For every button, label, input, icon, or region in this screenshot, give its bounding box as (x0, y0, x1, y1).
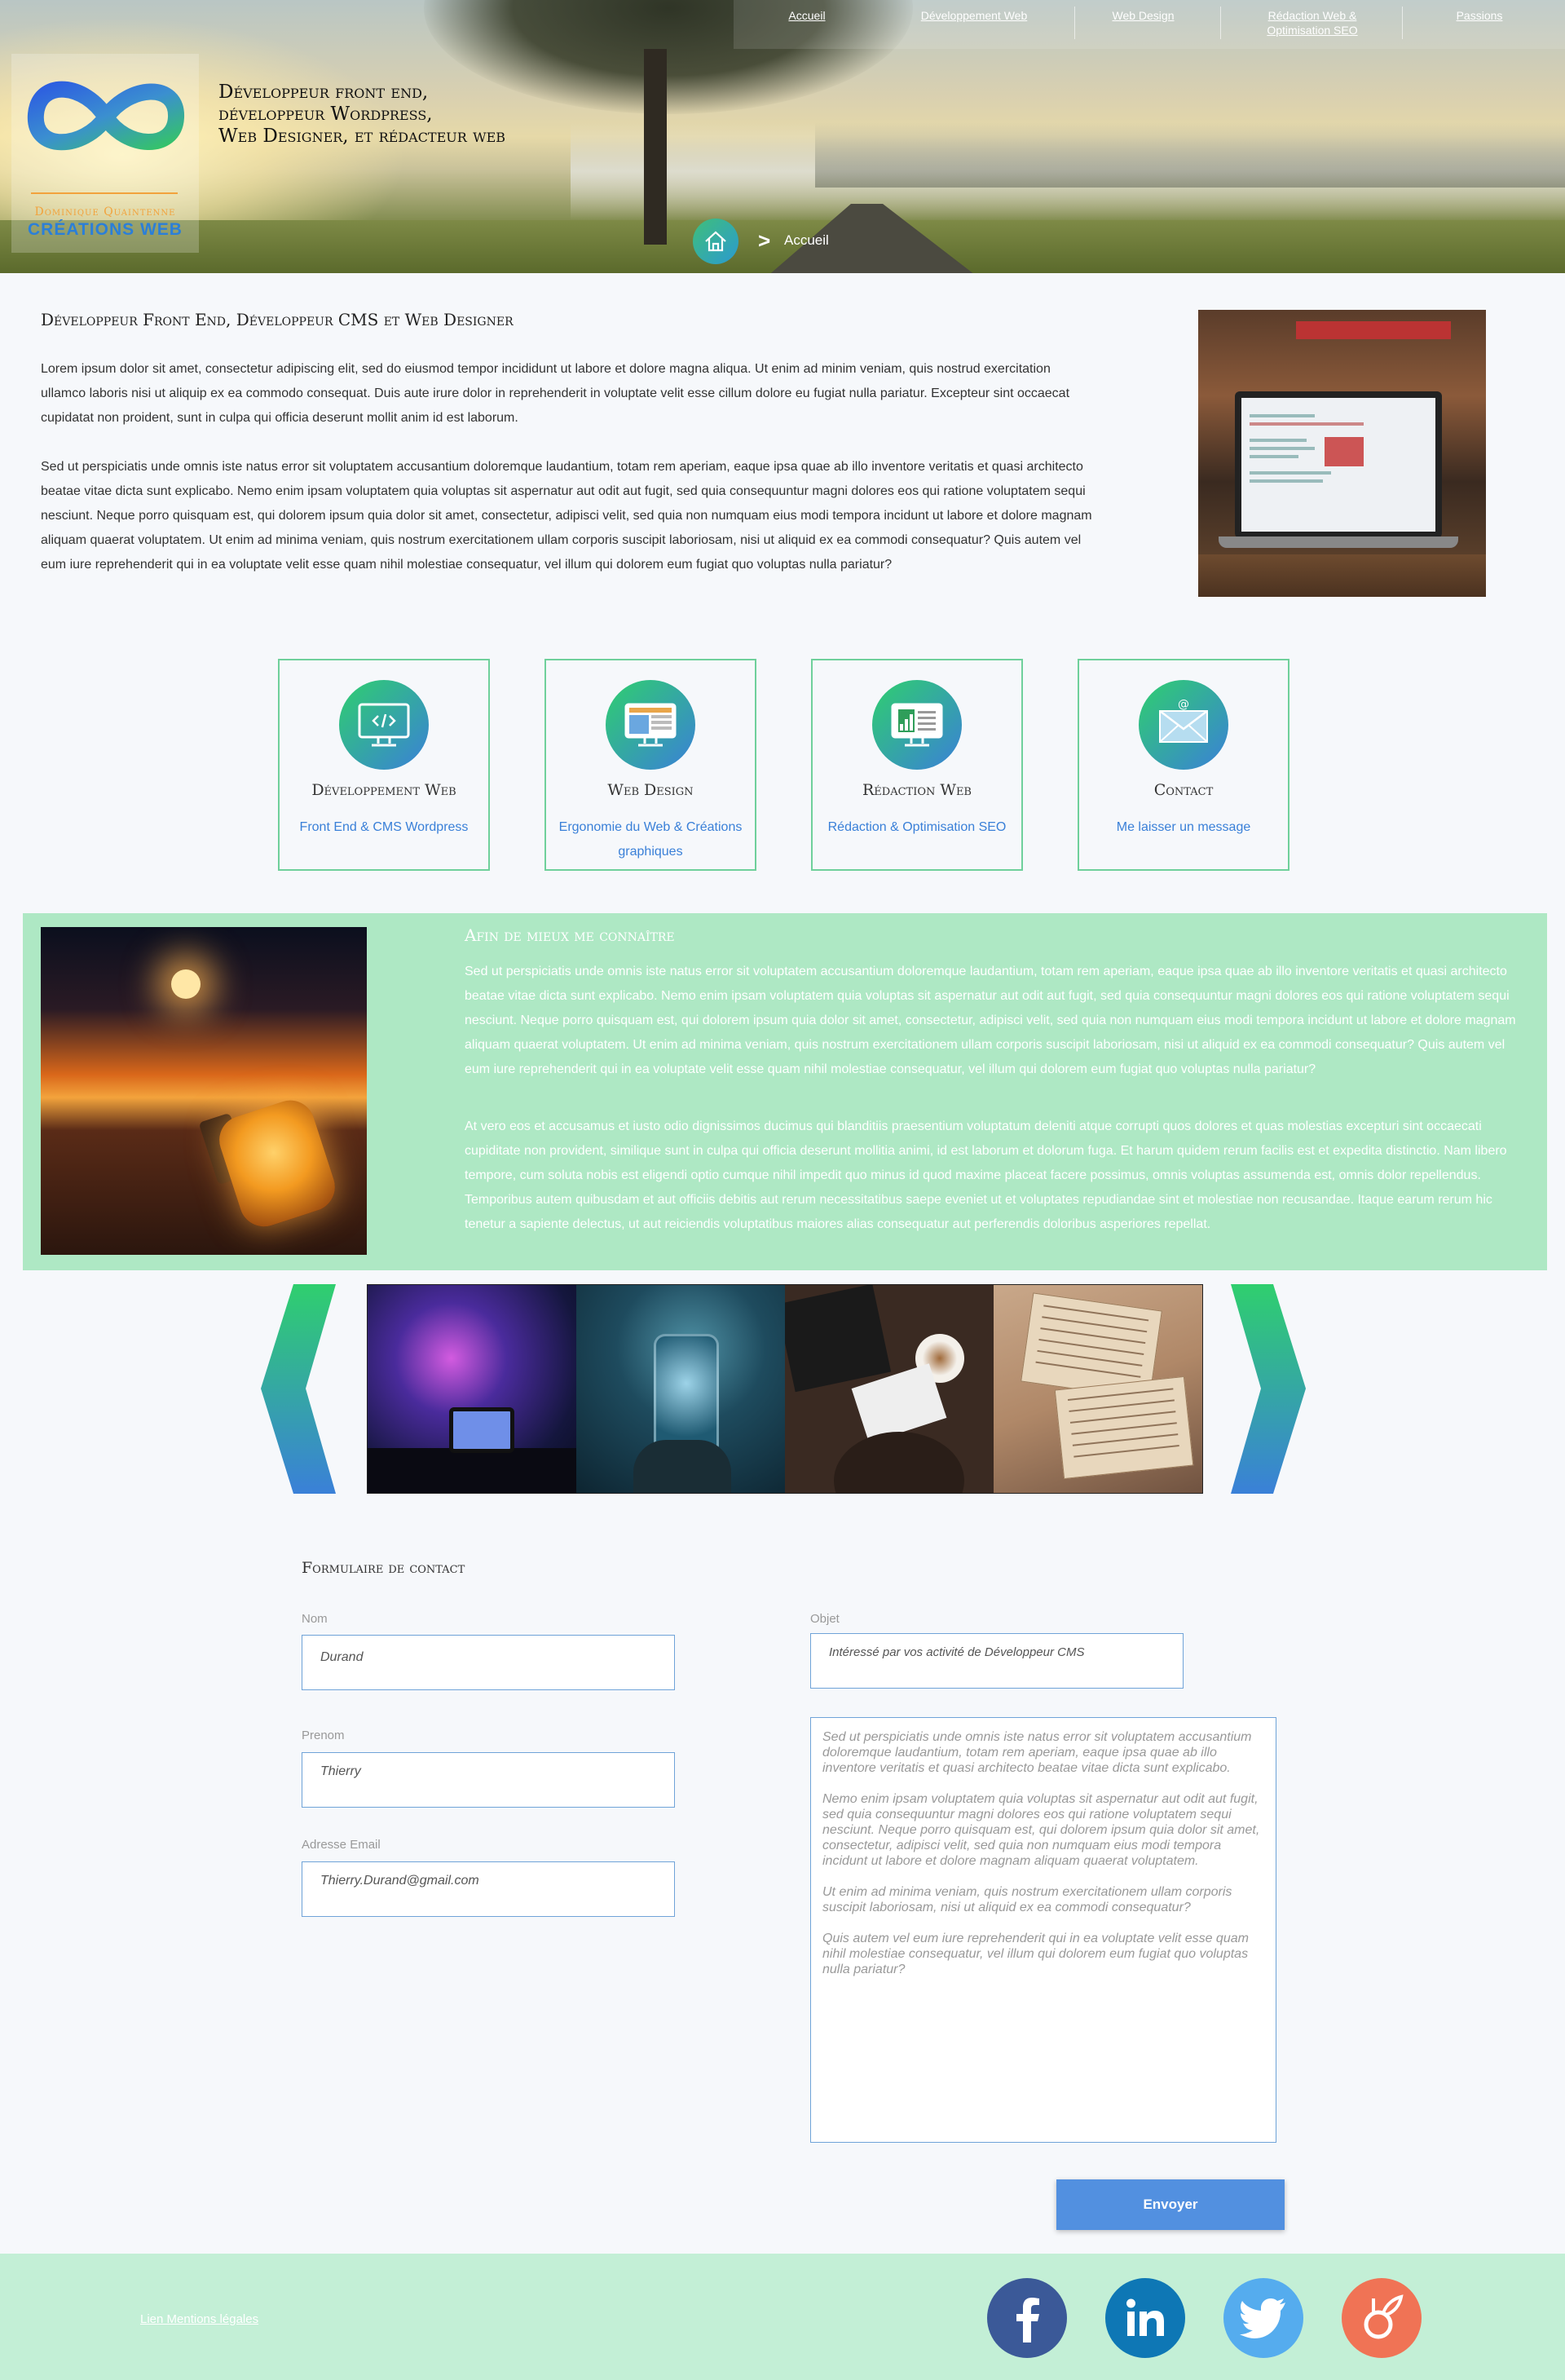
about-section: Afin de mieux me connaître Sed ut perspi… (23, 913, 1547, 1270)
linkedin-icon (1126, 2298, 1164, 2336)
nav-divider (1220, 7, 1221, 39)
prenom-field[interactable]: Thierry (302, 1752, 675, 1808)
nav-item-developpement-web[interactable]: Développement Web (888, 8, 1060, 23)
laptop-screen (1235, 391, 1442, 538)
prenom-label: Prenom (302, 1729, 345, 1742)
service-card-redaction-web[interactable]: Rédaction Web Rédaction & Optimisation S… (811, 659, 1023, 871)
send-button[interactable]: Envoyer (1056, 2179, 1285, 2230)
service-subtitle[interactable]: Rédaction & Optimisation SEO (821, 815, 1013, 840)
message-textarea[interactable]: Sed ut perspiciatis unde omnis iste natu… (810, 1717, 1276, 2143)
hero-banner: Accueil Développement Web Web Design Réd… (0, 0, 1565, 273)
tagline-line-2: développeur Wordpress, (218, 104, 433, 125)
gallery-photo-concert[interactable] (368, 1285, 576, 1493)
document-monitor-icon (891, 703, 943, 747)
intro-paragraph-1: Lorem ipsum dolor sit amet, consectetur … (41, 362, 1070, 425)
gallery-photo-old-letters[interactable] (994, 1285, 1202, 1493)
gallery-next-arrow-icon[interactable] (1231, 1284, 1308, 1494)
intro-paragraph-2: Sed ut perspiciatis unde omnis iste natu… (41, 460, 1092, 572)
service-title: Rédaction Web (862, 781, 972, 799)
service-subtitle[interactable]: Me laisser un message (1087, 815, 1280, 840)
top-navigation (734, 0, 1565, 49)
gallery-prev-arrow-icon[interactable] (261, 1284, 338, 1494)
about-paragraph-1: Sed ut perspiciatis unde omnis iste natu… (465, 965, 1516, 1076)
laptop-base (1219, 536, 1458, 548)
nom-field[interactable]: Durand (302, 1635, 675, 1690)
service-title: Contact (1153, 781, 1214, 799)
intro-title: Développeur Front End, Développeur CMS e… (41, 310, 514, 329)
about-paragraph-2: At vero eos et accusamus et iusto odio d… (465, 1119, 1507, 1231)
tree-line (815, 122, 1565, 188)
logo-divider (31, 192, 178, 194)
desk (1198, 554, 1486, 597)
email-label: Adresse Email (302, 1838, 381, 1852)
home-icon (705, 231, 726, 252)
contact-form-title: Formulaire de contact (302, 1559, 465, 1577)
about-title: Afin de mieux me connaître (465, 925, 675, 945)
logo-name: Dominique Quaintenne (34, 205, 176, 219)
nav-divider (1402, 7, 1403, 39)
nav-item-accueil[interactable]: Accueil (766, 8, 848, 23)
viadeo-button[interactable] (1342, 2278, 1422, 2358)
twitter-button[interactable] (1223, 2278, 1303, 2358)
service-subtitle[interactable]: Front End & CMS Wordpress (288, 815, 480, 840)
service-card-contact[interactable]: @ Contact Me laisser un message (1078, 659, 1289, 871)
service-subtitle[interactable]: Ergonomie du Web & Créations graphiques (554, 815, 747, 864)
laptop-photo (1198, 310, 1486, 597)
tagline-line-3: Web Designer, et rédacteur web (218, 126, 506, 147)
hero-tagline: Développeur front end, développeur Wordp… (218, 82, 577, 148)
nav-item-web-design[interactable]: Web Design (1092, 8, 1194, 23)
gallery-photo-galaxy-jar[interactable] (576, 1285, 785, 1493)
breadcrumb-separator: > (758, 228, 771, 253)
infinity-logo-icon (27, 81, 184, 151)
code-monitor-icon (358, 703, 410, 747)
nav-item-passions[interactable]: Passions (1422, 8, 1536, 23)
home-button[interactable] (693, 219, 738, 264)
logo-brand: CRÉATIONS WEB (28, 220, 183, 239)
linkedin-button[interactable] (1105, 2278, 1185, 2358)
envelope-icon: @ (1159, 698, 1208, 743)
nom-label: Nom (302, 1612, 328, 1626)
facebook-icon (1016, 2298, 1039, 2342)
email-field[interactable]: Thierry.Durand@gmail.com (302, 1861, 675, 1917)
legal-notice-link[interactable]: Lien Mentions légales (140, 2312, 258, 2326)
breadcrumb-current: Accueil (784, 232, 829, 248)
tagline-line-1: Développeur front end, (218, 82, 429, 103)
nav-divider (1074, 7, 1075, 39)
twitter-icon (1240, 2298, 1285, 2338)
nav-item-redaction-web[interactable]: Rédaction Web & Optimisation SEO (1231, 8, 1394, 38)
footer: Lien Mentions légales (0, 2254, 1565, 2380)
service-title: Web Design (607, 781, 694, 799)
service-card-web-design[interactable]: Web Design Ergonomie du Web & Créations … (544, 659, 756, 871)
photo-gallery (367, 1284, 1203, 1494)
service-card-developpement[interactable]: Développement Web Front End & CMS Wordpr… (278, 659, 490, 871)
gallery-photo-workspace[interactable] (785, 1285, 994, 1493)
objet-field[interactable]: Intéressé par vos activité de Développeu… (810, 1633, 1184, 1689)
sunset-jar-photo (41, 927, 367, 1255)
facebook-button[interactable] (987, 2278, 1067, 2358)
layout-monitor-icon (624, 703, 677, 747)
service-title: Développement Web (311, 781, 456, 799)
objet-label: Objet (810, 1612, 840, 1626)
photo-sign (1296, 321, 1451, 339)
tree-trunk (644, 49, 667, 245)
viadeo-icon (1364, 2294, 1404, 2339)
svg-text:@: @ (1178, 698, 1189, 711)
site-logo[interactable]: Dominique Quaintenne CRÉATIONS WEB (11, 54, 199, 253)
